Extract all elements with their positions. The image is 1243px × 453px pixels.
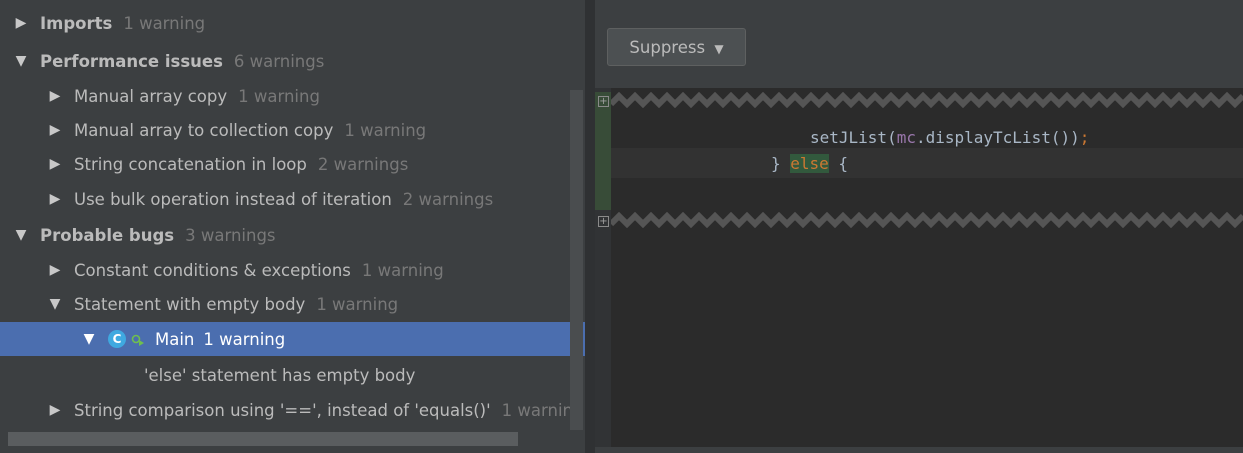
run-marker-icon <box>131 334 144 346</box>
warning-count: 1 warning <box>238 86 320 106</box>
horizontal-scrollbar[interactable] <box>8 432 518 446</box>
fold-plus-icon[interactable]: + <box>598 96 609 107</box>
tree-label: Performance issues <box>40 51 223 71</box>
tree-label: String comparison using '==', instead of… <box>74 400 491 420</box>
triangle-right-icon[interactable]: ▶ <box>42 262 68 278</box>
tree-label: Main <box>155 329 195 349</box>
tree-label: Probable bugs <box>40 225 175 245</box>
triangle-down-icon[interactable]: ▼ <box>76 331 102 347</box>
warning-count: 1 warning <box>203 329 286 349</box>
warning-count: 1 warning <box>344 120 427 140</box>
triangle-right-icon[interactable]: ▶ <box>8 15 34 31</box>
triangle-right-icon[interactable]: ▶ <box>42 122 68 138</box>
code-field: mc <box>896 128 916 147</box>
code-else-keyword: else <box>790 154 829 173</box>
warning-count: 1 warning <box>316 294 399 314</box>
triangle-right-icon[interactable]: ▶ <box>42 402 68 418</box>
warning-count: 3 warnings <box>185 225 276 245</box>
code-method-call: setJList( <box>810 128 897 147</box>
triangle-right-icon[interactable]: ▶ <box>42 191 68 207</box>
current-line-highlight <box>611 148 1243 178</box>
preview-panel: Suppress ▼ + + setJList(mc.displayTcList… <box>595 0 1243 453</box>
triangle-down-icon[interactable]: ▼ <box>8 53 34 69</box>
warning-count: 2 warnings <box>317 154 409 174</box>
warning-count: 1 warning <box>123 13 206 33</box>
collapsed-region-bottom <box>611 212 1243 228</box>
tree-label: Constant conditions & exceptions <box>74 260 351 280</box>
tree-row-manual-array-to-collection-copy[interactable]: ▶ Manual array to collection copy 1 warn… <box>0 113 585 147</box>
tree-label: Manual array to collection copy <box>74 120 334 140</box>
tree-row-problem-description[interactable]: 'else' statement has empty body <box>0 358 585 392</box>
code-brace-open: { <box>828 154 849 173</box>
tree-label: Imports <box>40 13 113 33</box>
suppress-label: Suppress <box>629 38 706 57</box>
code-line-1: setJList(mc.displayTcList()); <box>810 128 1089 147</box>
tree-label: Use bulk operation instead of iteration <box>74 189 392 209</box>
tree-row-string-comparison[interactable]: ▶ String comparison using '==', instead … <box>0 393 585 427</box>
code-call-rest: .displayTcList()) <box>915 128 1080 147</box>
tree-row-performance-issues[interactable]: ▼ Performance issues 6 warnings <box>0 44 585 78</box>
tree-row-imports[interactable]: ▶ Imports 1 warning <box>0 6 585 40</box>
tree-row-constant-conditions[interactable]: ▶ Constant conditions & exceptions 1 war… <box>0 253 585 287</box>
bottom-edge <box>595 447 1243 453</box>
code-semicolon: ; <box>1079 128 1090 147</box>
tree-label: Statement with empty body <box>74 294 306 314</box>
tree-label: Manual array copy <box>74 86 228 106</box>
warning-count: 2 warnings <box>402 189 494 209</box>
triangle-down-icon[interactable]: ▼ <box>8 227 34 243</box>
fold-plus-icon[interactable]: + <box>598 216 609 227</box>
tree-row-statement-with-empty-body[interactable]: ▼ Statement with empty body 1 warning <box>0 287 585 321</box>
triangle-right-icon[interactable]: ▶ <box>42 88 68 104</box>
tree-row-string-concatenation-in-loop[interactable]: ▶ String concatenation in loop 2 warning… <box>0 147 585 181</box>
tree-row-manual-array-copy[interactable]: ▶ Manual array copy 1 warning <box>0 79 585 113</box>
triangle-down-icon[interactable]: ▼ <box>42 296 68 312</box>
code-preview[interactable]: + + setJList(mc.displayTcList()); } else… <box>595 88 1243 453</box>
inspection-tree: ▶ Imports 1 warning ▼ Performance issues… <box>0 0 585 453</box>
panel-splitter[interactable] <box>585 0 595 453</box>
tree-row-probable-bugs[interactable]: ▼ Probable bugs 3 warnings <box>0 218 585 252</box>
triangle-right-icon[interactable]: ▶ <box>42 156 68 172</box>
tree-row-main[interactable]: ▼ C Main 1 warning <box>0 322 585 356</box>
code-line-2: } else { <box>771 154 848 173</box>
code-brace: } <box>771 154 791 173</box>
suppress-toolbar: Suppress ▼ <box>595 0 1243 88</box>
problem-description: 'else' statement has empty body <box>144 365 416 385</box>
suppress-button[interactable]: Suppress ▼ <box>607 28 746 66</box>
changed-lines-marker <box>595 92 611 210</box>
collapsed-region-top <box>611 92 1243 108</box>
chevron-down-icon: ▼ <box>714 42 724 56</box>
tree-row-use-bulk-operation[interactable]: ▶ Use bulk operation instead of iteratio… <box>0 182 585 216</box>
vertical-scrollbar[interactable] <box>570 90 583 430</box>
warning-count: 6 warnings <box>233 51 325 71</box>
class-c-icon: C <box>108 330 126 348</box>
tree-label: String concatenation in loop <box>74 154 307 174</box>
warning-count: 1 warning <box>361 260 444 280</box>
